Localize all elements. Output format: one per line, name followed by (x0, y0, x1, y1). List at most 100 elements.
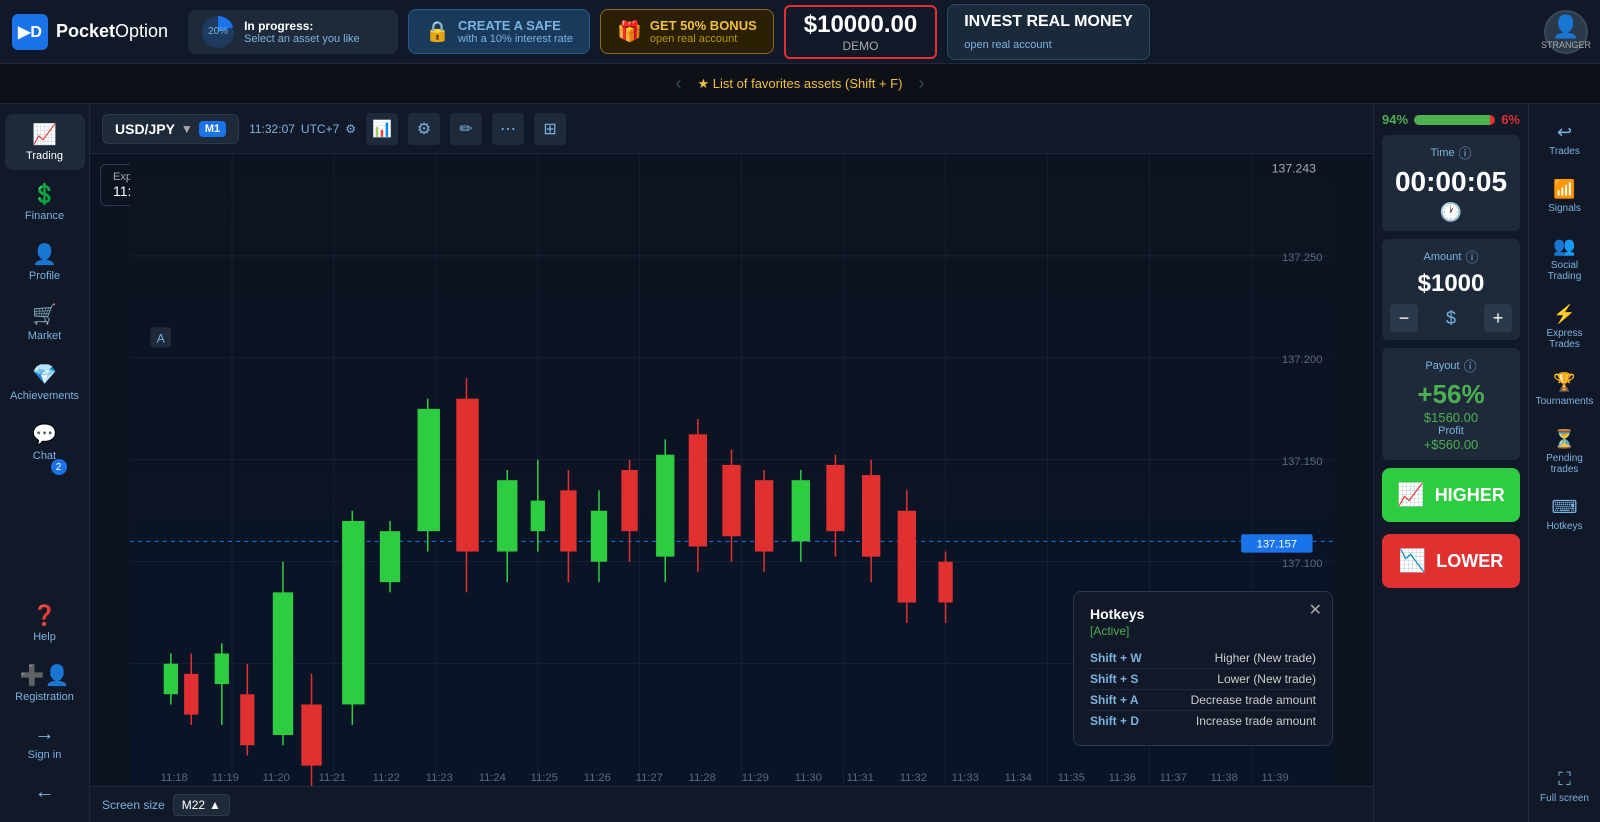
frs-hotkeys[interactable]: ⌨ Hotkeys (1533, 489, 1597, 540)
screen-size-bar: Screen size M22 ▲ (90, 786, 1373, 822)
svg-text:137.100: 137.100 (1282, 558, 1322, 570)
svg-text:11:31: 11:31 (847, 772, 874, 784)
svg-text:11:35: 11:35 (1058, 772, 1085, 784)
hotkeys-active-label: [Active] (1090, 624, 1316, 638)
trades-icon: ↩ (1557, 122, 1572, 143)
time-label: Time ⓘ (1390, 143, 1512, 162)
svg-text:11:18: 11:18 (161, 772, 188, 784)
sidebar-item-profile[interactable]: 👤 Profile (5, 234, 85, 290)
amount-increase-button[interactable]: + (1484, 304, 1512, 332)
progress-widget: 20% In progress: Select an asset you lik… (188, 10, 398, 54)
nav-right-arrow[interactable]: › (908, 73, 934, 94)
help-icon: ❓ (32, 603, 57, 628)
frs-pending-trades[interactable]: ⏳ Pending trades (1533, 421, 1597, 483)
hotkey-row-4: Shift + D Increase trade amount (1090, 711, 1316, 731)
back-icon: ← (35, 781, 55, 804)
asset-selector[interactable]: USD/JPY ▼ M1 (102, 114, 239, 144)
svg-text:137.157: 137.157 (1257, 538, 1298, 550)
clock-icon: 🕐 (1390, 202, 1512, 223)
logo-icon: ▶D (12, 14, 48, 50)
chart-draw-icon[interactable]: ✏ (450, 113, 482, 145)
chart-layout-icon[interactable]: ⊞ (534, 113, 566, 145)
sidebar-item-trading[interactable]: 📈 Trading (5, 114, 85, 170)
frs-express-trades[interactable]: ⚡ Express Trades (1533, 296, 1597, 358)
svg-text:11:26: 11:26 (584, 772, 611, 784)
amount-value: $1000 (1390, 270, 1512, 298)
sidebar-item-help[interactable]: ❓ Help (5, 595, 85, 651)
svg-text:11:23: 11:23 (426, 772, 453, 784)
create-safe-button[interactable]: 🔒 CREATE A SAFE with a 10% interest rate (408, 9, 590, 54)
trading-icon: 📈 (32, 122, 57, 147)
tournaments-icon: 🏆 (1553, 372, 1575, 393)
svg-text:11:36: 11:36 (1109, 772, 1136, 784)
logo-text: PocketOption (56, 21, 168, 42)
amount-label: Amount ⓘ (1390, 247, 1512, 266)
sidebar-item-finance[interactable]: 💲 Finance (5, 174, 85, 230)
hotkeys-close-button[interactable]: ✕ (1309, 600, 1322, 620)
topbar: ▶D PocketOption 20% In progress: Select … (0, 0, 1600, 64)
nav-left-arrow[interactable]: ‹ (666, 73, 692, 94)
demo-balance-button[interactable]: $10000.00 DEMO (784, 5, 937, 59)
signals-icon: 📶 (1553, 179, 1575, 200)
profit-amount: +$560.00 (1390, 437, 1512, 452)
sidebar-item-achievements[interactable]: 💎 Achievements (5, 354, 85, 410)
screen-size-dropdown[interactable]: M22 ▲ (173, 794, 230, 816)
invest-real-money-button[interactable]: INVEST REAL MONEY open real account (947, 4, 1150, 60)
get-bonus-button[interactable]: 🎁 GET 50% BONUS open real account (600, 9, 774, 54)
avatar[interactable]: 👤 STRANGER (1544, 10, 1588, 54)
fullscreen-icon: ⛶ (1558, 769, 1571, 790)
chart-bar-icon[interactable]: 📊 (366, 113, 398, 145)
higher-button[interactable]: 📈 HIGHER (1382, 468, 1520, 522)
hotkeys-title: Hotkeys (1090, 606, 1316, 622)
svg-text:11:22: 11:22 (373, 772, 400, 784)
svg-text:11:29: 11:29 (742, 772, 769, 784)
sidebar-item-signin[interactable]: → Sign in (5, 715, 85, 769)
market-icon: 🛒 (32, 302, 57, 327)
chart-canvas: Expiration time 11:32:12 ↑ (90, 154, 1373, 786)
sidebar-item-chat[interactable]: 💬 Chat 2 (5, 414, 85, 489)
payout-track (1414, 115, 1495, 125)
payout-bar: 94% 6% (1382, 112, 1520, 127)
sidebar-item-registration[interactable]: ➕👤 Registration (5, 655, 85, 711)
svg-text:11:39: 11:39 (1262, 772, 1289, 784)
svg-text:A: A (157, 332, 166, 346)
sidebar-item-market[interactable]: 🛒 Market (5, 294, 85, 350)
svg-text:11:25: 11:25 (531, 772, 558, 784)
svg-text:137.150: 137.150 (1282, 456, 1322, 468)
chat-badge: 2 (51, 459, 67, 475)
chart-settings-icon[interactable]: ⚙ (408, 113, 440, 145)
chart-area: USD/JPY ▼ M1 11:32:07 UTC+7 ⚙ 📊 ⚙ ✏ ⋯ ⊞ … (90, 104, 1373, 822)
chart-time-info: 11:32:07 UTC+7 ⚙ (249, 122, 356, 136)
svg-text:11:27: 11:27 (636, 772, 663, 784)
svg-text:11:30: 11:30 (795, 772, 822, 784)
frs-social-trading[interactable]: 👥 Social Trading (1533, 228, 1597, 290)
frs-bottom: ⛶ Full screen (1533, 761, 1597, 812)
payout-amount: $1560.00 (1390, 410, 1512, 425)
frs-fullscreen[interactable]: ⛶ Full screen (1533, 761, 1597, 812)
svg-text:11:19: 11:19 (212, 772, 239, 784)
lower-button[interactable]: 📉 LOWER (1382, 534, 1520, 588)
payout-percent: +56% (1390, 379, 1512, 410)
sidebar-item-back[interactable]: ← (5, 773, 85, 812)
amount-decrease-button[interactable]: − (1390, 304, 1418, 332)
frs-signals[interactable]: 📶 Signals (1533, 171, 1597, 222)
hotkey-row-1: Shift + W Higher (New trade) (1090, 648, 1316, 669)
svg-text:11:38: 11:38 (1211, 772, 1238, 784)
svg-text:137.243: 137.243 (1272, 161, 1316, 175)
svg-text:11:24: 11:24 (479, 772, 506, 784)
progress-text: In progress: Select an asset you like (244, 19, 360, 45)
hotkey-row-2: Shift + S Lower (New trade) (1090, 669, 1316, 690)
time-box: Time ⓘ 00:00:05 🕐 (1382, 135, 1520, 231)
progress-circle: 20% (202, 16, 234, 48)
express-trades-icon: ⚡ (1553, 304, 1575, 325)
chart-more-icon[interactable]: ⋯ (492, 113, 524, 145)
svg-text:137.250: 137.250 (1282, 252, 1322, 264)
amount-box: Amount ⓘ $1000 − $ + (1382, 239, 1520, 340)
left-sidebar: 📈 Trading 💲 Finance 👤 Profile 🛒 Market 💎… (0, 104, 90, 822)
svg-text:11:33: 11:33 (952, 772, 979, 784)
favorites-label: ★ List of favorites assets (Shift + F) (698, 76, 903, 92)
frs-trades[interactable]: ↩ Trades (1533, 114, 1597, 165)
frs-tournaments[interactable]: 🏆 Tournaments (1533, 364, 1597, 415)
profile-icon: 👤 (32, 242, 57, 267)
svg-text:137.200: 137.200 (1282, 354, 1322, 366)
